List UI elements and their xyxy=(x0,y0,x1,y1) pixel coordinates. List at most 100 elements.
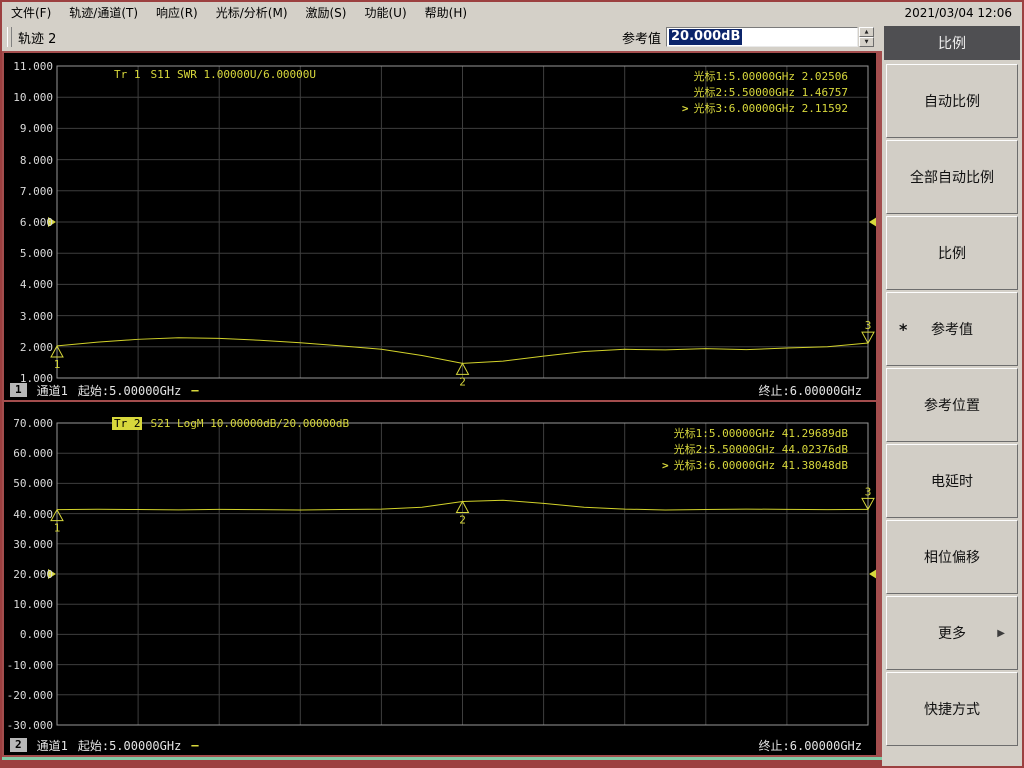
softkey-5[interactable]: 参考位置 xyxy=(886,368,1018,442)
ref-value-text: 20.000dB xyxy=(669,29,743,45)
y-axis-tick: 1.000 xyxy=(19,372,53,385)
y-axis-tick: 9.000 xyxy=(19,122,53,136)
selected-marker-arrow-icon: > xyxy=(681,102,689,115)
sweep-indicator-icon: — xyxy=(191,383,199,397)
softkey-4[interactable]: * 参考值 xyxy=(886,292,1018,366)
softkey-label: 全部自动比例 xyxy=(910,170,994,186)
y-axis-tick: 3.000 xyxy=(19,309,53,323)
y-axis-tick: 0.000 xyxy=(19,628,53,642)
marker-readout: 光标1:5.00000GHz 41.29689dB xyxy=(662,426,848,442)
y-axis-tick: 10.000 xyxy=(13,598,53,612)
menu-item[interactable]: 响应(R) xyxy=(147,2,207,23)
ref-value-input[interactable]: 20.000dB xyxy=(666,27,858,47)
start-frequency: 起始:5.00000GHz xyxy=(77,738,182,753)
menu-bar: 文件(F) 轨迹/通道(T) 响应(R) 光标/分析(M) 激励(S) 功能(U) 帮助(H… xyxy=(2,2,1022,23)
ref-value-label: 参考值 xyxy=(621,31,661,47)
y-axis-tick: 40.000 xyxy=(13,507,53,521)
y-axis-tick: -10.000 xyxy=(6,658,53,672)
channel-badge: 2 xyxy=(10,738,27,752)
softkey-8[interactable]: 更多 ▶ xyxy=(886,596,1018,670)
marker-readout: 光标2:5.50000GHz 1.46757 xyxy=(682,85,848,101)
marker-number: 1 xyxy=(54,358,61,371)
marker-number: 3 xyxy=(865,319,872,332)
plot2-status-bar: 2 通道1 起始:5.00000GHz — 终止:6.00000GHz xyxy=(10,737,870,753)
ref-level-right-arrow-icon[interactable] xyxy=(869,217,876,227)
menu-item[interactable]: 光标/分析(M) xyxy=(207,2,297,23)
trace1-measurement: S11 SWR 1.00000U/6.00000U xyxy=(150,68,317,81)
softkey-3[interactable]: 比例 xyxy=(886,216,1018,290)
softkey-6[interactable]: 电延时 xyxy=(886,444,1018,518)
menu-item[interactable]: 文件(F) xyxy=(2,2,60,23)
marker-readout-text: 光标1:5.00000GHz 41.29689dB xyxy=(673,427,848,440)
softkey-label: 比例 xyxy=(938,246,966,262)
marker-number: 1 xyxy=(54,522,61,535)
menu-item[interactable]: 轨迹/通道(T) xyxy=(60,2,147,23)
menu-item[interactable]: 功能(U) xyxy=(355,2,415,23)
plot-tr2-logm: 1 2 3 Tr 2 S21 LogM 10.00000dB/20.00000dB 光… xyxy=(4,402,876,755)
y-axis-tick: 7.000 xyxy=(19,184,53,198)
ref-level-right-arrow-icon[interactable] xyxy=(869,569,876,579)
softkey-panel-header: 比例 xyxy=(884,26,1020,60)
y-axis-tick: 8.000 xyxy=(19,153,53,167)
plot2-marker-readouts: 光标1:5.00000GHz 41.29689dB 光标2:5.50000GHz … xyxy=(662,426,848,474)
spin-down-button[interactable]: ▼ xyxy=(859,37,874,47)
softkey-label: 参考位置 xyxy=(924,398,980,414)
softkey-label: 快捷方式 xyxy=(924,702,980,718)
y-axis-tick: 2.000 xyxy=(19,340,53,354)
y-axis-tick: 20.000 xyxy=(13,568,53,581)
softkey-label: 自动比例 xyxy=(924,94,980,110)
stop-frequency: 终止:6.00000GHz xyxy=(758,383,862,398)
menu-bar-items: 文件(F) 轨迹/通道(T) 响应(R) 光标/分析(M) 激励(S) 功能(U) 帮助(H… xyxy=(2,2,476,23)
marker-readout: > 光标3:6.00000GHz 2.11592 xyxy=(682,101,848,117)
marker-readout-text: 光标3:6.00000GHz 41.38048dB xyxy=(673,459,848,472)
y-axis-tick: 60.000 xyxy=(13,447,53,461)
y-axis-tick: -30.000 xyxy=(6,719,53,732)
stop-frequency: 终止:6.00000GHz xyxy=(758,738,862,753)
plot1-status-bar: 1 通道1 起始:5.00000GHz — 终止:6.00000GHz xyxy=(10,382,870,398)
sweep-indicator-icon: — xyxy=(191,738,199,752)
toolbar: 轨迹 2 参考值 20.000dB ▲ ▼ xyxy=(2,23,882,51)
marker-readout-text: 光标2:5.50000GHz 44.02376dB xyxy=(673,443,848,456)
active-star-icon: * xyxy=(899,319,908,339)
trace2-badge[interactable]: Tr 2 xyxy=(111,417,143,430)
softkey-label: 相位偏移 xyxy=(924,550,980,566)
plot2-header: Tr 2 S21 LogM 10.00000dB/20.00000dB xyxy=(59,404,349,443)
ref-value-group: 参考值 20.000dB ▲ ▼ xyxy=(622,27,874,47)
y-axis-tick: 5.000 xyxy=(19,247,53,261)
submenu-arrow-icon: ▶ xyxy=(997,627,1005,639)
start-frequency: 起始:5.00000GHz xyxy=(77,383,182,398)
softkey-label: 更多 xyxy=(938,626,966,642)
y-axis-tick: 50.000 xyxy=(13,477,53,491)
softkey-1[interactable]: 自动比例 xyxy=(886,64,1018,138)
app-window: 文件(F) 轨迹/通道(T) 响应(R) 光标/分析(M) 激励(S) 功能(U) 帮助(H… xyxy=(0,0,1024,768)
plot1-header: Tr 1 S11 SWR 1.00000U/6.00000U xyxy=(59,55,316,94)
softkey-panel: 比例 自动比例 全部自动比例 比例 * 参考值 参考位置 电延时 相位偏移 更多 ▶ 快捷方式 xyxy=(882,23,1022,766)
marker-readout: 光标1:5.00000GHz 2.02506 xyxy=(682,69,848,85)
y-axis-tick: -20.000 xyxy=(6,688,53,702)
marker-number: 3 xyxy=(865,485,872,498)
softkey-label: 参考值 xyxy=(931,322,973,338)
spin-up-button[interactable]: ▲ xyxy=(859,27,874,37)
y-axis-tick: 10.000 xyxy=(13,91,53,105)
channel-label: 通道1 xyxy=(36,738,68,753)
plot1-marker-readouts: 光标1:5.00000GHz 2.02506 光标2:5.50000GHz 1.4… xyxy=(682,69,848,117)
ref-value-spinner: ▲ ▼ xyxy=(859,27,874,47)
trace1-badge[interactable]: Tr 1 xyxy=(112,68,143,81)
marker-readout: 光标2:5.50000GHz 44.02376dB xyxy=(662,442,848,458)
menu-item[interactable]: 帮助(H) xyxy=(416,2,476,23)
y-axis-tick: 70.000 xyxy=(13,417,53,430)
menu-item[interactable]: 激励(S) xyxy=(297,2,356,23)
plot-tr1-swr: 123 Tr 1 S11 SWR 1.00000U/6.00000U 光标1:5.… xyxy=(4,53,876,400)
y-axis-tick: 11.000 xyxy=(13,60,53,73)
softkey-2[interactable]: 全部自动比例 xyxy=(886,140,1018,214)
y-axis-tick: 4.000 xyxy=(19,278,53,292)
marker-readout-text: 光标1:5.00000GHz 2.02506 xyxy=(693,70,848,83)
y-axis-tick: 30.000 xyxy=(13,537,53,551)
softkey-7[interactable]: 相位偏移 xyxy=(886,520,1018,594)
marker-number: 2 xyxy=(459,513,466,526)
softkey-9[interactable]: 快捷方式 xyxy=(886,672,1018,746)
softkey-label: 电延时 xyxy=(931,474,973,490)
channel-badge: 1 xyxy=(10,383,27,397)
active-trace-title: 轨迹 2 xyxy=(18,31,57,47)
marker-readout: > 光标3:6.00000GHz 41.38048dB xyxy=(662,458,848,474)
